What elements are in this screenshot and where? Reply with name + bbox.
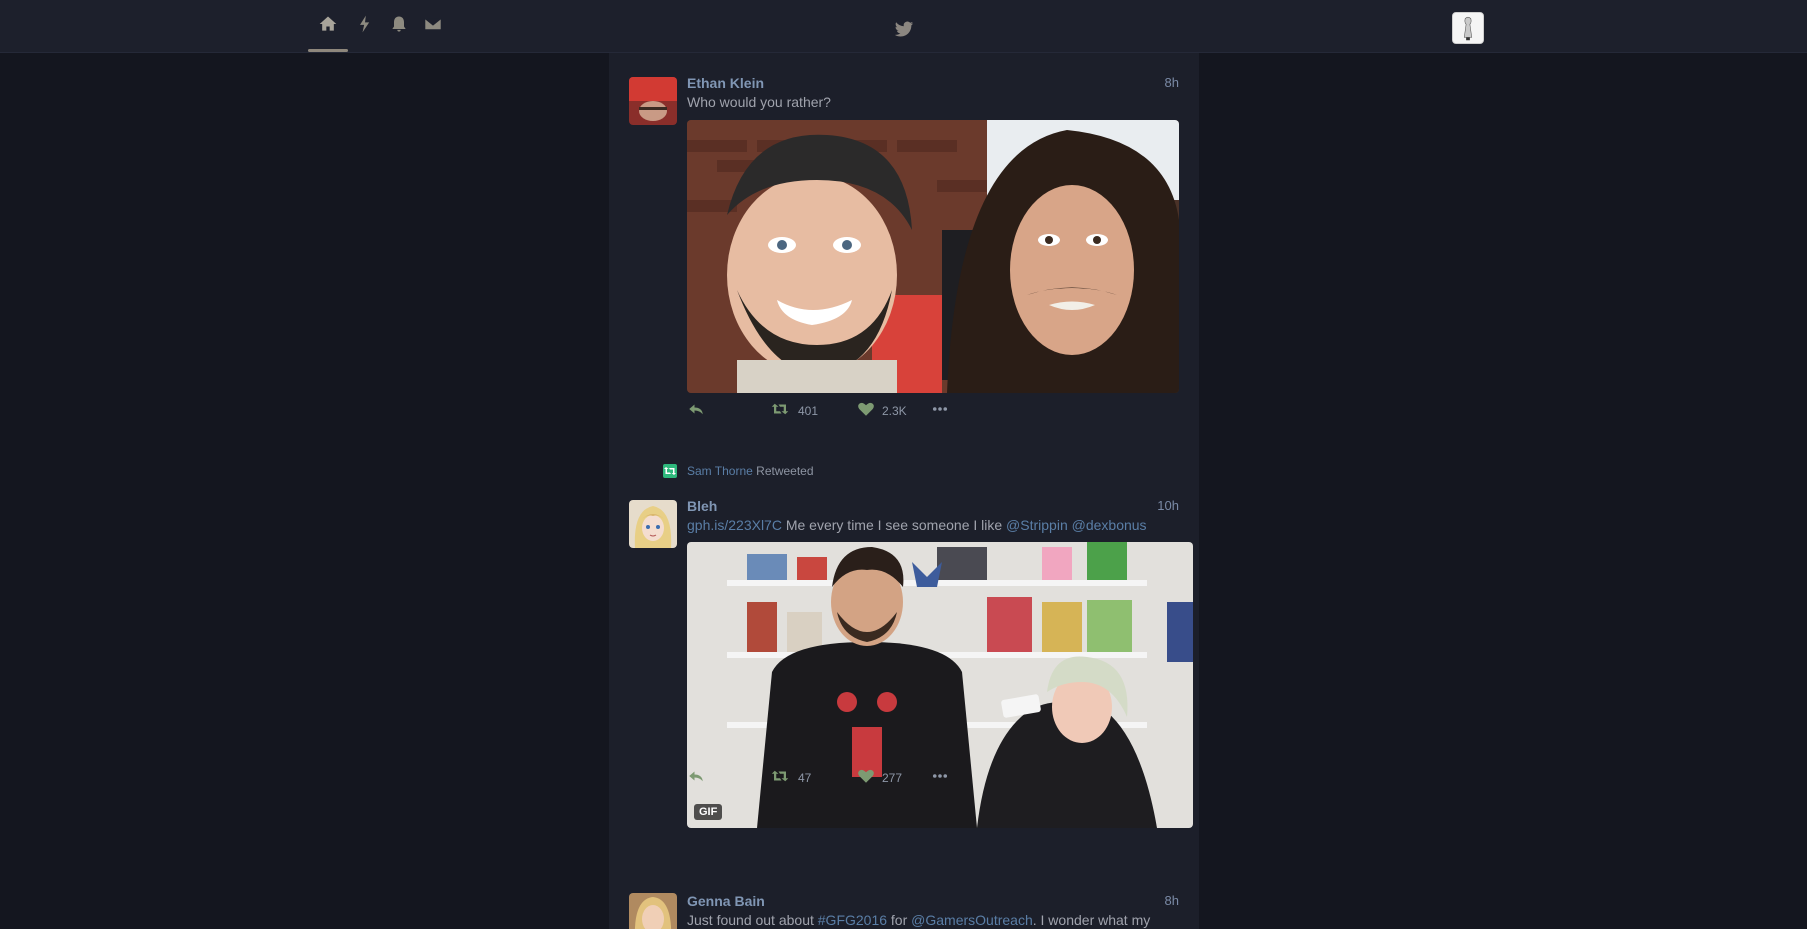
profile-avatar[interactable] [1452, 12, 1484, 44]
tweet-link[interactable]: gph.is/223Xl7C [687, 517, 782, 533]
more-icon [929, 767, 951, 790]
tweet-author[interactable]: Ethan Klein [687, 75, 1179, 91]
reply-button[interactable] [687, 767, 769, 790]
avatar[interactable] [629, 77, 677, 125]
retweeter-name[interactable]: Sam Thorne [687, 464, 753, 478]
nav-messages[interactable] [416, 0, 450, 52]
like-button[interactable]: 277 [857, 767, 929, 790]
reply-button[interactable] [687, 400, 769, 423]
like-count: 277 [882, 771, 903, 785]
tweet-photo[interactable] [687, 120, 1179, 393]
tweet-time[interactable]: 8h [1165, 893, 1179, 908]
gif-badge: GIF [694, 804, 723, 820]
tweet-time[interactable]: 8h [1165, 75, 1179, 90]
like-button[interactable]: 2.3K [857, 400, 929, 423]
retweet-icon [769, 400, 791, 423]
tweet-text-segment: Me every time I see someone I like [781, 517, 1007, 533]
more-button[interactable] [929, 767, 951, 790]
tweet-text-segment: . I wonder what my [1032, 912, 1151, 928]
tweet-text: gph.is/223Xl7C Me every time I see someo… [687, 517, 1179, 533]
moments-icon [355, 14, 375, 39]
retweet-button[interactable]: 401 [769, 400, 857, 423]
tweet-text-segment: for [887, 912, 912, 928]
tweet[interactable]: Genna Bain 8h Just found out about #GFG2… [609, 893, 1199, 929]
retweet-context: Sam Thorne Retweeted [663, 464, 963, 480]
hashtag-link[interactable]: #GFG2016 [818, 912, 887, 928]
nav-moments[interactable] [348, 0, 382, 52]
mention-link[interactable]: @GamersOutreach [911, 912, 1033, 928]
mention-link[interactable]: @Strippin [1006, 517, 1068, 533]
tweet[interactable]: Sam Thorne Retweeted Bleh 10h gph.is/223… [609, 463, 1199, 903]
tweet-author[interactable]: Bleh [687, 498, 1179, 514]
more-button[interactable] [929, 400, 951, 423]
retweet-count: 401 [798, 404, 819, 418]
retweet-badge-icon [663, 464, 677, 478]
tweet-text: Just found out about #GFG2016 for @Gamer… [687, 912, 1179, 928]
heart-icon [857, 400, 875, 423]
tweet-text-segment: Just found out about [687, 912, 818, 928]
reply-icon [687, 767, 705, 790]
reply-icon [687, 400, 705, 423]
retweet-button[interactable]: 47 [769, 767, 857, 790]
tweet-time[interactable]: 10h [1157, 498, 1179, 513]
tweet[interactable]: Ethan Klein 8h Who would you rather? 401… [609, 53, 1199, 433]
nav-notifications[interactable] [382, 0, 416, 52]
heart-icon [857, 767, 875, 790]
like-count: 2.3K [882, 404, 907, 418]
avatar[interactable] [629, 500, 677, 548]
top-navigation-bar [0, 0, 1807, 53]
retweet-icon [769, 767, 791, 790]
primary-nav [308, 0, 450, 52]
timeline: Ethan Klein 8h Who would you rather? 401… [609, 53, 1199, 929]
tweet-author[interactable]: Genna Bain [687, 893, 1179, 909]
home-icon [318, 14, 338, 39]
retweeted-label: Retweeted [756, 464, 814, 478]
retweet-count: 47 [798, 771, 812, 785]
notifications-icon [389, 14, 409, 39]
avatar[interactable] [629, 893, 677, 929]
tweet-text: Who would you rather? [687, 94, 831, 110]
more-icon [929, 400, 951, 423]
twitter-bird-icon[interactable] [893, 18, 915, 40]
nav-home[interactable] [308, 0, 348, 52]
tweet-actions: 47 277 [687, 768, 951, 788]
messages-icon [423, 14, 443, 39]
tweet-actions: 401 2.3K [687, 401, 951, 421]
mention-link[interactable]: @dexbonus [1072, 517, 1147, 533]
